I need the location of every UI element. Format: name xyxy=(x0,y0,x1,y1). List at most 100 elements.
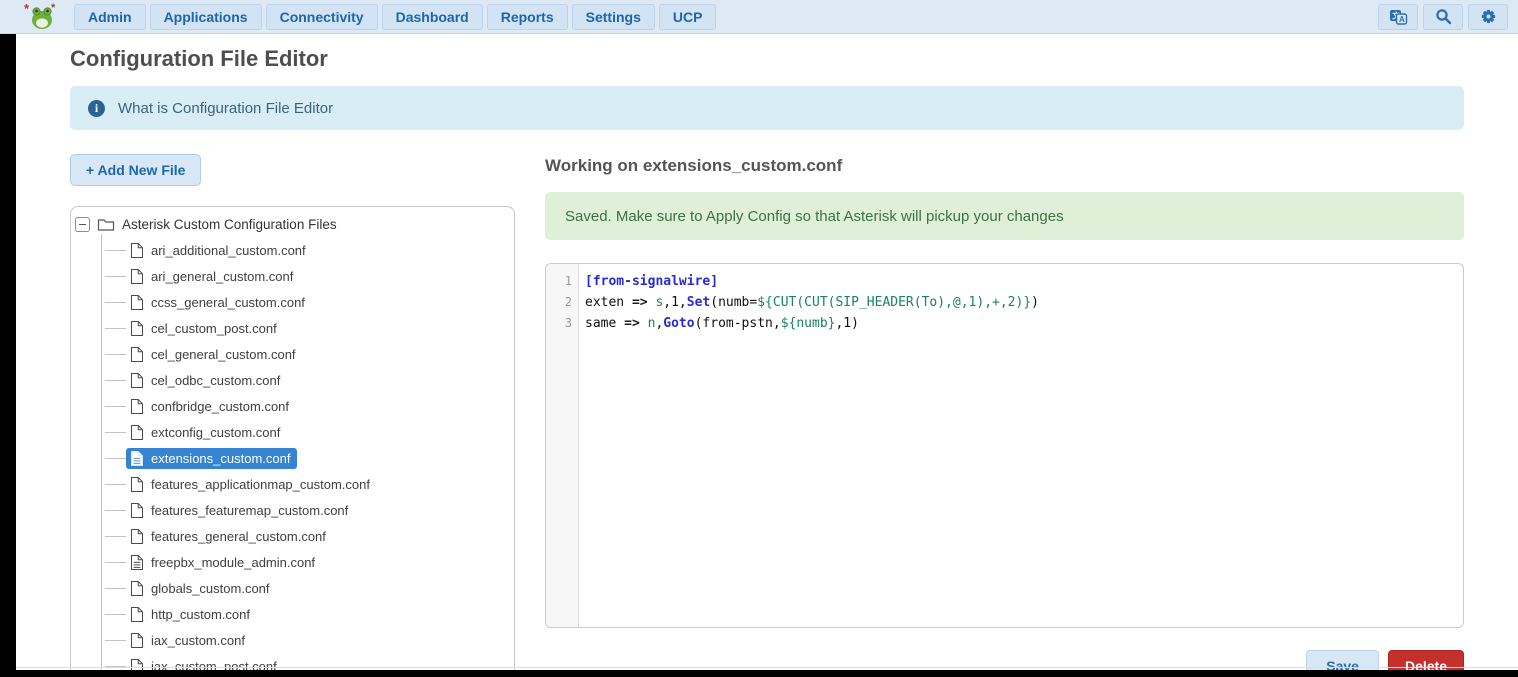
freepbx-logo-icon[interactable]: * * xyxy=(24,2,60,32)
tree-file-ari_additional_custom.conf[interactable]: ari_additional_custom.conf xyxy=(126,240,313,261)
file-name-label: extensions_custom.conf xyxy=(151,451,290,466)
working-on-heading: Working on extensions_custom.conf xyxy=(545,156,1464,176)
collapse-toggle-icon[interactable] xyxy=(75,217,90,232)
nav-item-reports[interactable]: Reports xyxy=(487,4,568,30)
file-name-label: ccss_general_custom.conf xyxy=(151,295,305,310)
file-text-icon xyxy=(130,450,144,467)
left-black-border xyxy=(0,34,16,677)
language-button[interactable]: 文 A xyxy=(1378,4,1418,30)
folder-icon xyxy=(97,217,115,232)
saved-success-alert: Saved. Make sure to Apply Config so that… xyxy=(545,192,1464,240)
code-text: exten => s,1,Set(numb=${CUT(CUT(SIP_HEAD… xyxy=(579,292,1039,313)
file-name-label: freepbx_module_admin.conf xyxy=(151,555,315,570)
tree-file-cel_odbc_custom.conf[interactable]: cel_odbc_custom.conf xyxy=(126,370,287,391)
tree-file-row: globals_custom.conf xyxy=(75,575,506,601)
file-icon xyxy=(130,476,144,493)
file-name-label: features_featuremap_custom.conf xyxy=(151,503,348,518)
tree-file-row: cel_custom_post.conf xyxy=(75,315,506,341)
tree-file-extensions_custom.conf[interactable]: extensions_custom.conf xyxy=(126,448,297,469)
file-name-label: cel_odbc_custom.conf xyxy=(151,373,280,388)
tree-file-ari_general_custom.conf[interactable]: ari_general_custom.conf xyxy=(126,266,300,287)
tree-file-extconfig_custom.conf[interactable]: extconfig_custom.conf xyxy=(126,422,287,443)
nav-menu: AdminApplicationsConnectivityDashboardRe… xyxy=(74,4,720,30)
file-icon xyxy=(130,580,144,597)
tree-file-confbridge_custom.conf[interactable]: confbridge_custom.conf xyxy=(126,396,296,417)
saved-success-text: Saved. Make sure to Apply Config so that… xyxy=(565,208,1064,225)
code-text: same => n,Goto(from-pstn,${numb},1) xyxy=(579,313,859,334)
tree-file-http_custom.conf[interactable]: http_custom.conf xyxy=(126,604,257,625)
tree-file-iax_custom.conf[interactable]: iax_custom.conf xyxy=(126,630,252,651)
tree-file-globals_custom.conf[interactable]: globals_custom.conf xyxy=(126,578,277,599)
file-icon xyxy=(130,528,144,545)
tree-file-features_general_custom.conf[interactable]: features_general_custom.conf xyxy=(126,526,333,547)
tree-file-features_featuremap_custom.conf[interactable]: features_featuremap_custom.conf xyxy=(126,500,355,521)
page-title: Configuration File Editor xyxy=(70,46,1464,72)
tree-file-features_applicationmap_custom.conf[interactable]: features_applicationmap_custom.conf xyxy=(126,474,377,495)
tree-file-row: extensions_custom.conf xyxy=(75,445,506,471)
code-text: [from-signalwire] xyxy=(579,271,718,292)
file-name-label: iax_custom.conf xyxy=(151,633,245,648)
gear-icon xyxy=(1479,7,1498,26)
info-banner-text: What is Configuration File Editor xyxy=(118,100,333,117)
nav-item-admin[interactable]: Admin xyxy=(74,4,146,30)
code-editor[interactable]: 1[from-signalwire]2exten => s,1,Set(numb… xyxy=(545,263,1464,628)
tree-file-cel_custom_post.conf[interactable]: cel_custom_post.conf xyxy=(126,318,284,339)
line-number: 3 xyxy=(546,313,579,334)
file-icon xyxy=(130,372,144,389)
search-button[interactable] xyxy=(1423,4,1463,30)
add-new-file-button[interactable]: + Add New File xyxy=(70,154,201,186)
tree-file-row: http_custom.conf xyxy=(75,601,506,627)
tree-file-freepbx_module_admin.conf[interactable]: freepbx_module_admin.conf xyxy=(126,552,322,573)
tree-file-row: confbridge_custom.conf xyxy=(75,393,506,419)
file-icon xyxy=(130,346,144,363)
file-icon xyxy=(130,294,144,311)
file-icon xyxy=(130,424,144,441)
nav-item-ucp[interactable]: UCP xyxy=(659,4,717,30)
file-name-label: extconfig_custom.conf xyxy=(151,425,280,440)
code-line: 2exten => s,1,Set(numb=${CUT(CUT(SIP_HEA… xyxy=(546,292,1463,313)
line-number: 2 xyxy=(546,292,579,313)
tree-file-row: extconfig_custom.conf xyxy=(75,419,506,445)
footer-divider xyxy=(16,667,1518,668)
tree-file-row: features_applicationmap_custom.conf xyxy=(75,471,506,497)
info-icon: i xyxy=(88,100,105,117)
nav-item-settings[interactable]: Settings xyxy=(572,4,655,30)
code-line: 1[from-signalwire] xyxy=(546,271,1463,292)
language-icon: 文 A xyxy=(1389,9,1408,25)
tree-file-row: features_featuremap_custom.conf xyxy=(75,497,506,523)
tree-file-row: cel_odbc_custom.conf xyxy=(75,367,506,393)
nav-item-connectivity[interactable]: Connectivity xyxy=(266,4,378,30)
file-name-label: ari_general_custom.conf xyxy=(151,269,293,284)
file-icon xyxy=(130,502,144,519)
file-icon xyxy=(130,398,144,415)
file-icon xyxy=(130,632,144,649)
file-name-label: features_general_custom.conf xyxy=(151,529,326,544)
tree-file-row: iax_custom.conf xyxy=(75,627,506,653)
file-icon xyxy=(130,606,144,623)
file-name-label: cel_general_custom.conf xyxy=(151,347,296,362)
tree-root-node[interactable]: Asterisk Custom Configuration Files xyxy=(75,211,506,237)
nav-item-dashboard[interactable]: Dashboard xyxy=(382,4,483,30)
file-icon xyxy=(130,268,144,285)
file-name-label: cel_custom_post.conf xyxy=(151,321,277,336)
svg-text:*: * xyxy=(51,2,56,14)
code-lines: 1[from-signalwire]2exten => s,1,Set(numb… xyxy=(546,264,1463,334)
settings-gear-button[interactable] xyxy=(1468,4,1508,30)
tree-file-ccss_general_custom.conf[interactable]: ccss_general_custom.conf xyxy=(126,292,312,313)
file-icon xyxy=(130,242,144,259)
file-name-label: globals_custom.conf xyxy=(151,581,270,596)
file-name-label: ari_additional_custom.conf xyxy=(151,243,306,258)
tree-file-cel_general_custom.conf[interactable]: cel_general_custom.conf xyxy=(126,344,303,365)
code-line: 3same => n,Goto(from-pstn,${numb},1) xyxy=(546,313,1463,334)
info-banner[interactable]: i What is Configuration File Editor xyxy=(70,86,1464,130)
file-name-label: confbridge_custom.conf xyxy=(151,399,289,414)
tree-file-row: freepbx_module_admin.conf xyxy=(75,549,506,575)
svg-text:A: A xyxy=(1399,15,1405,24)
nav-item-applications[interactable]: Applications xyxy=(150,4,262,30)
tree-file-row: ari_additional_custom.conf xyxy=(75,237,506,263)
svg-text:*: * xyxy=(24,2,30,16)
tree-file-row: features_general_custom.conf xyxy=(75,523,506,549)
tree-root-label: Asterisk Custom Configuration Files xyxy=(122,217,337,232)
tree-file-row: ccss_general_custom.conf xyxy=(75,289,506,315)
file-tree-panel: Asterisk Custom Configuration Files ari_… xyxy=(70,206,515,677)
